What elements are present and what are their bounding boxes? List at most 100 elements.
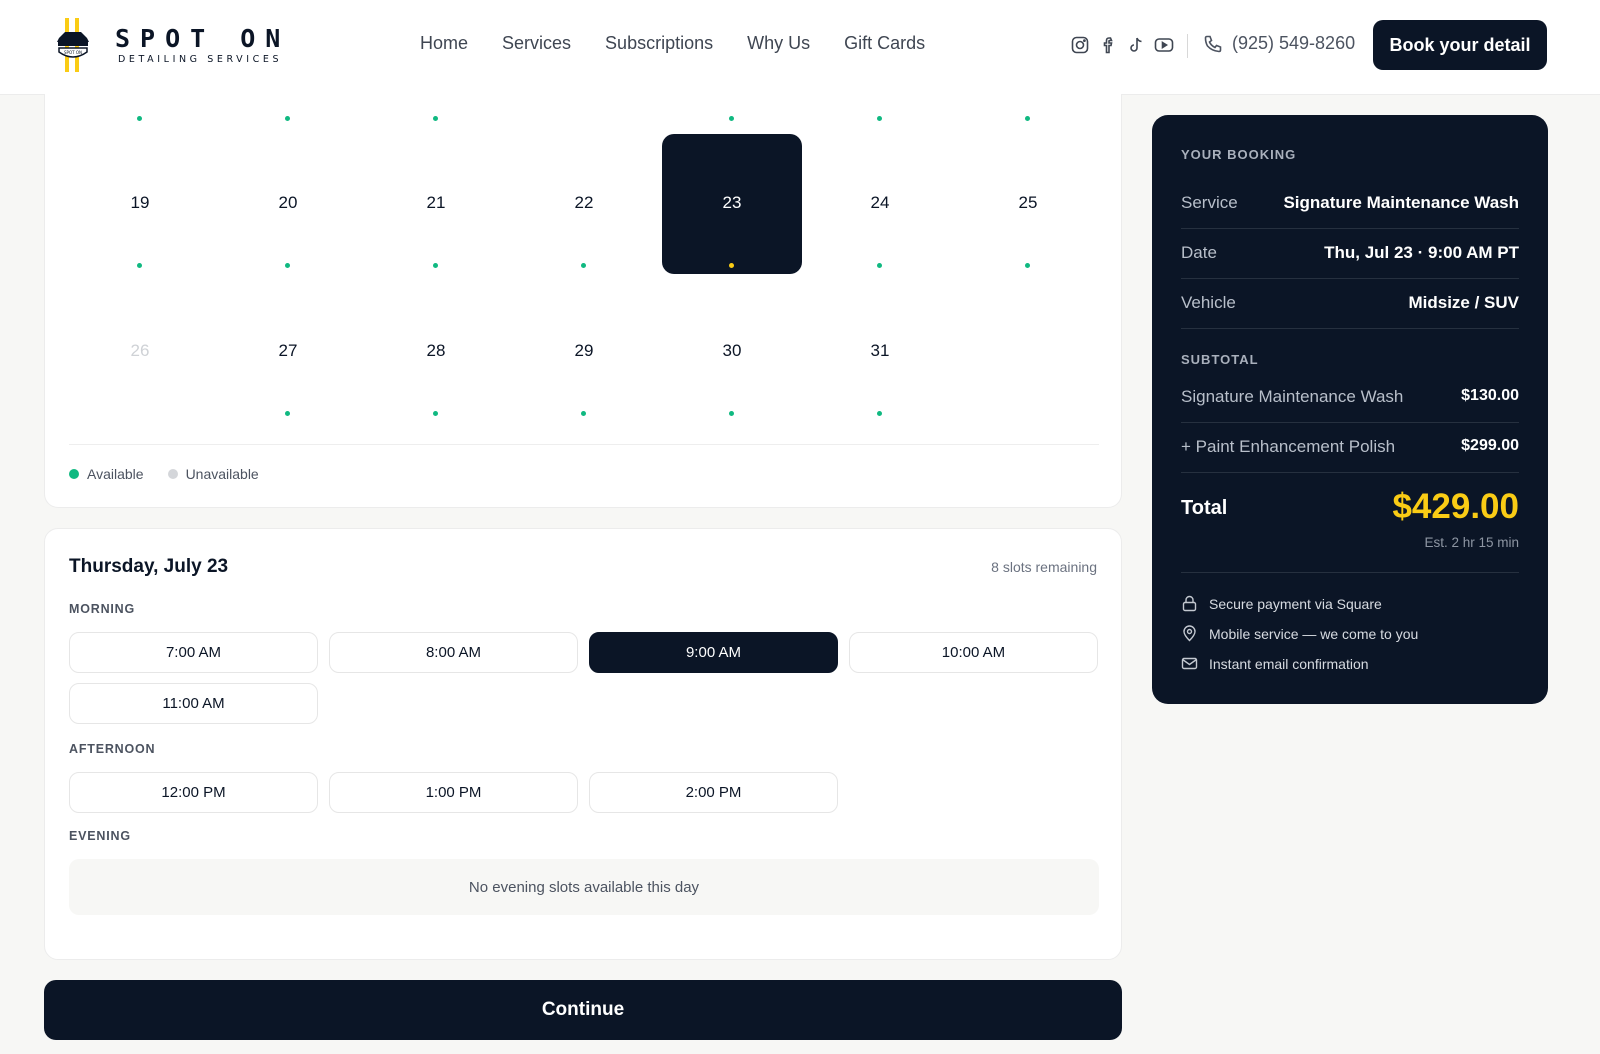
summary-service-row: Service Signature Maintenance Wash: [1181, 179, 1519, 229]
phone-link[interactable]: (925) 549-8260: [1203, 33, 1355, 54]
calendar-day-28[interactable]: 28: [366, 282, 506, 422]
mail-icon: [1181, 657, 1198, 670]
summary-heading: YOUR BOOKING: [1181, 147, 1297, 162]
nav-services[interactable]: Services: [502, 33, 571, 54]
lock-icon: [1182, 595, 1197, 612]
selected-day-title: Thursday, July 23: [69, 556, 229, 577]
summary-date-row: Date Thu, Jul 23 · 9:00 AM PT: [1181, 229, 1519, 279]
brand-title: SPOT ON: [115, 23, 291, 53]
afternoon-label: AFTERNOON: [69, 742, 156, 756]
line1-value: $130.00: [1461, 387, 1519, 404]
total-amount: $429.00: [1392, 487, 1519, 526]
tiktok-icon[interactable]: [1126, 35, 1146, 55]
feature-mobile-service: Mobile service — we come to you: [1181, 625, 1418, 642]
time-slot-9-00-am[interactable]: 9:00 AM: [589, 632, 838, 673]
availability-dot: [137, 263, 142, 268]
brand-logo[interactable]: SPOT ON SPOT ON DETAILING SERVICES: [53, 18, 290, 72]
calendar-day-number: 24: [870, 193, 890, 212]
slots-remaining: 8 slots remaining: [991, 559, 1097, 575]
header-divider: [1187, 34, 1188, 58]
time-slot-1-00-pm[interactable]: 1:00 PM: [329, 772, 578, 813]
evening-label: EVENING: [69, 829, 131, 843]
calendar-day-30[interactable]: 30: [662, 282, 802, 422]
time-slot-7-00-am[interactable]: 7:00 AM: [69, 632, 318, 673]
calendar-day-number: 22: [574, 193, 594, 212]
calendar-day-number: 23: [722, 193, 742, 212]
calendar-day-23[interactable]: 23: [662, 134, 802, 274]
feature-secure-payment-text: Secure payment via Square: [1209, 595, 1382, 612]
line2-value: $299.00: [1461, 437, 1519, 454]
availability-dot: [285, 411, 290, 416]
calendar-day-19[interactable]: 19: [70, 134, 210, 274]
availability-dot: [433, 263, 438, 268]
availability-dot: [285, 116, 290, 121]
availability-dot: [433, 116, 438, 121]
availability-dot: [433, 411, 438, 416]
calendar-day-26: 26: [70, 282, 210, 422]
legend-available-label: Available: [87, 466, 144, 482]
availability-dot: [1025, 263, 1030, 268]
feature-mobile-service-text: Mobile service — we come to you: [1209, 625, 1419, 642]
line1-key: Signature Maintenance Wash: [1181, 387, 1404, 406]
calendar-day-24[interactable]: 24: [810, 134, 950, 274]
booking-summary-panel: YOUR BOOKING Service Signature Maintenan…: [1152, 115, 1548, 704]
subtotal-line-wash: Signature Maintenance Wash $130.00: [1181, 373, 1519, 423]
calendar-day-number: 27: [278, 341, 298, 360]
calendar-day-number: 28: [426, 341, 446, 360]
calendar-day-29[interactable]: 29: [514, 282, 654, 422]
calendar-day-number: 30: [722, 341, 742, 360]
calendar-card: 19 20 21 22 23 24 25 26 27 28 29 30 31 Available Una…: [44, 94, 1122, 508]
calendar-day-number: 20: [278, 193, 298, 212]
phone-icon: [1204, 35, 1222, 52]
total-label: Total: [1181, 497, 1228, 519]
subtotal-line-polish: + Paint Enhancement Polish $299.00: [1181, 423, 1519, 473]
instagram-icon[interactable]: [1070, 35, 1090, 55]
map-pin-icon: [1183, 625, 1196, 642]
morning-label: MORNING: [69, 602, 136, 616]
date-key: Date: [1181, 243, 1217, 262]
time-slot-8-00-am[interactable]: 8:00 AM: [329, 632, 578, 673]
logo-mark-text: SPOT ON: [64, 50, 82, 55]
legend-unavailable-dot: [167, 469, 178, 479]
calendar-day-20[interactable]: 20: [218, 134, 358, 274]
vehicle-value: Midsize / SUV: [1408, 293, 1519, 312]
youtube-icon[interactable]: [1154, 35, 1174, 55]
availability-dot: [581, 411, 586, 416]
nav-home[interactable]: Home: [420, 33, 468, 54]
site-header: SPOT ON SPOT ON DETAILING SERVICES Home …: [0, 0, 1600, 95]
time-slot-11-00-am[interactable]: 11:00 AM: [69, 683, 318, 724]
subtotal-heading: SUBTOTAL: [1181, 352, 1259, 367]
service-value: Signature Maintenance Wash: [1283, 193, 1519, 212]
calendar-day-21[interactable]: 21: [366, 134, 506, 274]
calendar-day-number: 26: [130, 341, 150, 360]
no-evening-slots-message: No evening slots available this day: [69, 859, 1099, 915]
time-slot-10-00-am[interactable]: 10:00 AM: [849, 632, 1098, 673]
time-slot-12-00-pm[interactable]: 12:00 PM: [69, 772, 318, 813]
nav-subscriptions[interactable]: Subscriptions: [605, 33, 713, 54]
availability-dot: [729, 411, 734, 416]
availability-dot: [137, 116, 142, 121]
calendar-legend: Available Unavailable: [69, 466, 259, 482]
calendar-day-31[interactable]: 31: [810, 282, 950, 422]
availability-dot: [729, 116, 734, 121]
legend-unavailable-label: Unavailable: [185, 466, 259, 482]
continue-button[interactable]: Continue: [44, 980, 1122, 1040]
nav-why-us[interactable]: Why Us: [747, 33, 810, 54]
availability-dot: [285, 263, 290, 268]
calendar-day-number: 31: [870, 341, 890, 360]
calendar-day-number: 21: [426, 193, 446, 212]
availability-dot: [877, 411, 882, 416]
time-slot-2-00-pm[interactable]: 2:00 PM: [589, 772, 838, 813]
calendar-day-22[interactable]: 22: [514, 134, 654, 274]
book-detail-button[interactable]: Book your detail: [1373, 20, 1547, 70]
phone-number: (925) 549-8260: [1232, 33, 1356, 53]
calendar-day-number: 29: [574, 341, 594, 360]
calendar-day-27[interactable]: 27: [218, 282, 358, 422]
calendar-day-number: 25: [1018, 193, 1038, 212]
facebook-icon[interactable]: [1098, 35, 1118, 55]
nav-gift-cards[interactable]: Gift Cards: [844, 33, 925, 54]
calendar-day-25[interactable]: 25: [958, 134, 1098, 274]
line2-key: + Paint Enhancement Polish: [1181, 437, 1396, 456]
summary-divider: [1181, 572, 1519, 573]
vehicle-key: Vehicle: [1181, 293, 1236, 312]
